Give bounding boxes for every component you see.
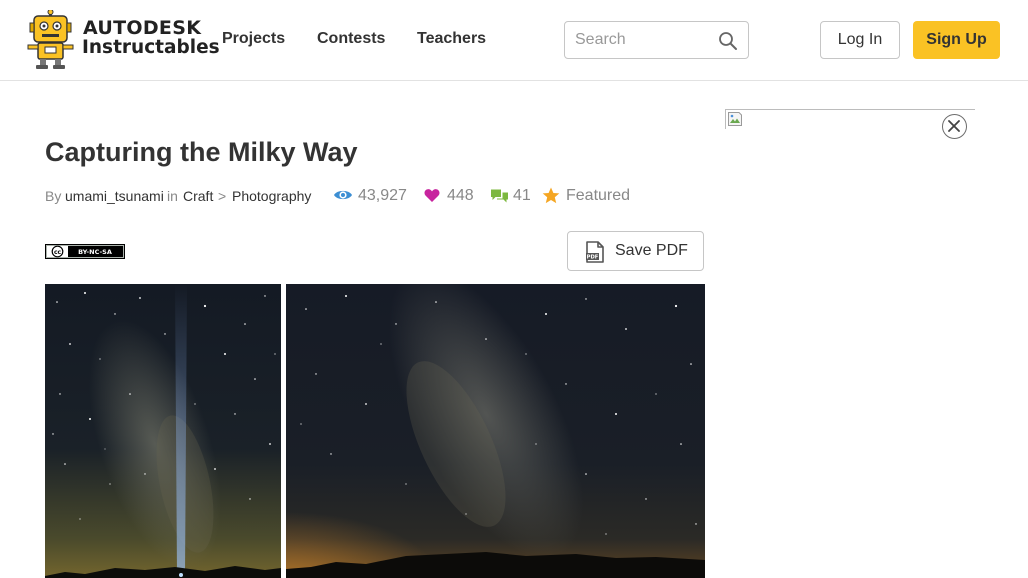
search-input[interactable] xyxy=(575,30,710,50)
broken-image-icon xyxy=(728,112,742,126)
cc-license-icon[interactable]: cc BY-NC-SA xyxy=(45,244,125,259)
featured-label: Featured xyxy=(566,187,631,204)
author-link[interactable]: umami_tsunami xyxy=(65,188,164,204)
close-ad-button[interactable] xyxy=(942,114,967,139)
brand-instructables: Instructables xyxy=(82,37,220,58)
in-label: in xyxy=(167,188,178,204)
brand-autodesk: AUTODESK xyxy=(83,17,202,39)
nav-projects[interactable]: Projects xyxy=(222,30,285,48)
nav-teachers[interactable]: Teachers xyxy=(417,30,486,48)
views-count: 43,927 xyxy=(358,187,407,204)
instructables-logo[interactable]: AUTODESK Instructables xyxy=(27,10,220,70)
breadcrumb-separator: > xyxy=(218,188,227,204)
search-icon[interactable] xyxy=(718,31,738,51)
cc-license-text: BY-NC-SA xyxy=(78,248,112,256)
ad-placeholder[interactable] xyxy=(725,109,975,129)
milky-way-image-1 xyxy=(45,284,281,578)
page-title: Capturing the Milky Way xyxy=(45,137,358,167)
signup-button[interactable]: Sign Up xyxy=(913,21,1000,59)
heart-icon xyxy=(424,189,440,202)
by-label: By xyxy=(45,188,62,204)
milky-way-photo-vertical[interactable] xyxy=(45,284,281,578)
svg-text:cc: cc xyxy=(54,249,62,256)
milky-way-photo-landscape[interactable] xyxy=(286,284,705,578)
favorites-count: 448 xyxy=(447,187,474,204)
category-link[interactable]: Craft xyxy=(183,188,213,204)
comments-count: 41 xyxy=(513,187,531,204)
milky-way-image-2 xyxy=(286,284,705,578)
search-box xyxy=(564,21,749,59)
close-icon xyxy=(948,120,960,132)
eye-icon xyxy=(334,190,352,200)
star-icon xyxy=(542,187,560,204)
nav-contests[interactable]: Contests xyxy=(317,30,385,48)
subcategory-link[interactable]: Photography xyxy=(232,188,311,204)
comment-icon xyxy=(491,189,508,203)
save-pdf-label: Save PDF xyxy=(615,242,688,259)
save-pdf-button[interactable]: PDF Save PDF xyxy=(567,231,704,271)
site-header: AUTODESK Instructables Projects Contests… xyxy=(0,0,1028,81)
instructables-robot-icon xyxy=(27,10,74,69)
pdf-icon: PDF xyxy=(586,241,604,263)
pdf-icon-text: PDF xyxy=(587,255,599,261)
login-button[interactable]: Log In xyxy=(820,21,900,59)
